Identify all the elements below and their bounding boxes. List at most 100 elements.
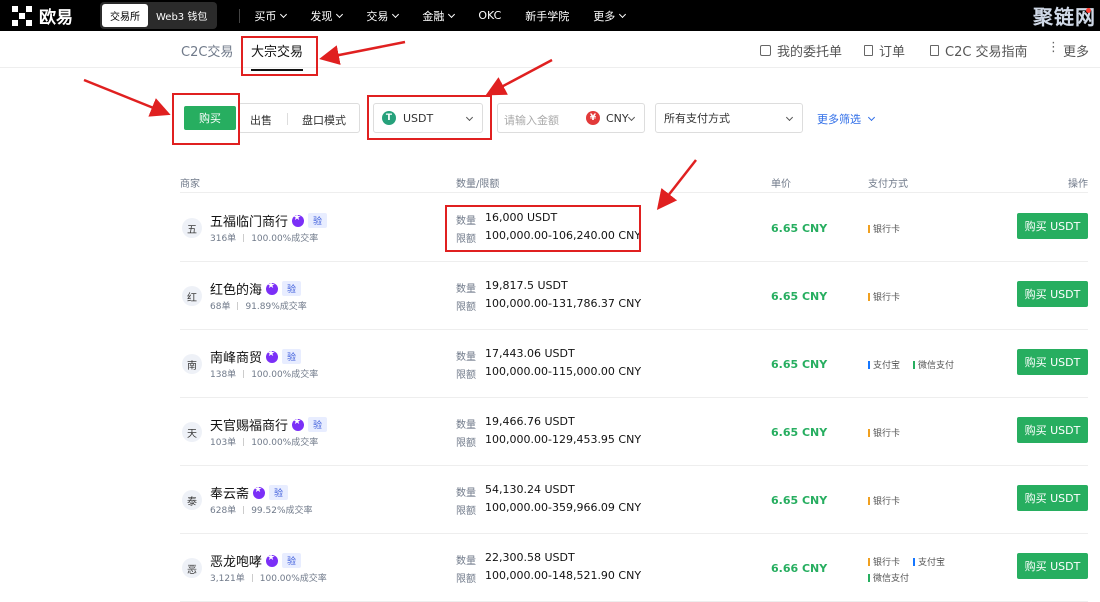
cny-icon: ¥ bbox=[586, 111, 600, 125]
payment-color-mark bbox=[913, 557, 915, 566]
more-vertical-icon bbox=[1047, 40, 1060, 56]
link-more[interactable]: 更多 bbox=[1047, 40, 1089, 60]
nav-buy-crypto[interactable]: 买币 bbox=[254, 8, 288, 24]
nav-finance[interactable]: 金融 bbox=[422, 8, 456, 24]
sell-tab[interactable]: 出售 bbox=[250, 112, 272, 128]
verify-tag: 验 bbox=[282, 553, 302, 568]
divider bbox=[287, 113, 288, 125]
payment-method-tag: 银行卡 bbox=[868, 555, 900, 568]
nav-discover[interactable]: 发现 bbox=[310, 8, 344, 24]
nav-more[interactable]: 更多 bbox=[593, 8, 627, 24]
divider bbox=[237, 301, 239, 310]
avatar[interactable]: 天 bbox=[182, 422, 202, 442]
segment-web3-wallet[interactable]: Web3 钱包 bbox=[148, 4, 215, 27]
document-icon bbox=[864, 45, 873, 56]
payment-color-mark bbox=[913, 360, 915, 369]
avatar[interactable]: 红 bbox=[182, 286, 202, 306]
buy-usdt-button[interactable]: 购买 USDT bbox=[1017, 485, 1088, 511]
order-book-mode-tab[interactable]: 盘口模式 bbox=[302, 112, 346, 128]
col-action: 操作 bbox=[1068, 179, 1088, 190]
unit-price: 6.65 CNY bbox=[771, 222, 828, 235]
buy-usdt-button[interactable]: 购买 USDT bbox=[1017, 281, 1088, 307]
merchant-name[interactable]: 奉云斋 验 bbox=[210, 483, 289, 502]
limit-value: 100,000.00-115,000.00 CNY bbox=[485, 365, 642, 378]
payment-method-tag: 银行卡 bbox=[868, 426, 900, 439]
merchant-name[interactable]: 南峰商贸 验 bbox=[210, 347, 302, 366]
table-row: 恶 恶龙咆哮 验 3,121单 100.00%成交率 数量 22,300.58 … bbox=[180, 534, 1088, 602]
notification-dot-icon bbox=[1086, 8, 1091, 13]
list-icon bbox=[760, 45, 771, 56]
buy-usdt-button[interactable]: 购买 USDT bbox=[1017, 553, 1088, 579]
merchant-name[interactable]: 五福临门商行 验 bbox=[210, 211, 328, 230]
limit-value: 100,000.00-129,453.95 CNY bbox=[485, 433, 642, 446]
col-merchant: 商家 bbox=[180, 179, 200, 190]
chevron-down-icon bbox=[280, 10, 288, 18]
unit-price: 6.66 CNY bbox=[771, 562, 828, 575]
payment-color-mark bbox=[868, 428, 870, 437]
qty-value: 19,466.76 USDT bbox=[485, 415, 575, 428]
payment-method-tag: 银行卡 bbox=[868, 290, 900, 303]
avatar[interactable]: 南 bbox=[182, 354, 202, 374]
payment-color-mark bbox=[868, 557, 870, 566]
chevron-down-icon bbox=[867, 113, 876, 122]
more-filters-link[interactable]: 更多筛选 bbox=[817, 111, 876, 127]
buy-usdt-button[interactable]: 购买 USDT bbox=[1017, 349, 1088, 375]
col-qty-limit: 数量/限额 bbox=[456, 179, 500, 190]
buy-usdt-button[interactable]: 购买 USDT bbox=[1017, 417, 1088, 443]
exchange-wallet-switch: 交易所 Web3 钱包 bbox=[100, 2, 218, 29]
verified-badge-icon bbox=[292, 213, 305, 227]
limit-label: 限额 bbox=[456, 438, 476, 449]
nav-okc[interactable]: OKC bbox=[478, 9, 501, 22]
annotation-box bbox=[367, 95, 492, 140]
divider bbox=[243, 437, 245, 446]
payment-method-tag: 银行卡 bbox=[868, 494, 900, 507]
top-navbar: 欧易 交易所 Web3 钱包 买币 发现 交易 金融 OKC 新手学院 更多 聚… bbox=[0, 0, 1100, 31]
qty-value: 22,300.58 USDT bbox=[485, 551, 575, 564]
merchant-stats: 138单 100.00%成交率 bbox=[210, 369, 319, 380]
tab-c2c[interactable]: C2C交易 bbox=[181, 41, 233, 60]
nav-academy[interactable]: 新手学院 bbox=[525, 8, 569, 24]
unit-price: 6.65 CNY bbox=[771, 358, 828, 371]
amount-placeholder: 请输入金额 bbox=[504, 114, 559, 127]
link-my-orders[interactable]: 我的委托单 bbox=[760, 41, 842, 60]
fiat-select[interactable]: ¥ CNY bbox=[578, 104, 644, 132]
qty-label: 数量 bbox=[456, 556, 476, 567]
verify-tag: 验 bbox=[282, 281, 302, 296]
chevron-down-icon bbox=[619, 10, 627, 18]
limit-value: 100,000.00-131,786.37 CNY bbox=[485, 297, 642, 310]
nav-trade[interactable]: 交易 bbox=[366, 8, 400, 24]
segment-exchange[interactable]: 交易所 bbox=[102, 4, 148, 27]
table-row: 天 天官赐福商行 验 103单 100.00%成交率 数量 19,466.76 … bbox=[180, 398, 1088, 466]
brand-logo[interactable]: 欧易 bbox=[12, 3, 92, 28]
merchant-stats: 316单 100.00%成交率 bbox=[210, 233, 319, 244]
qty-value: 17,443.06 USDT bbox=[485, 347, 575, 360]
divider bbox=[243, 369, 245, 378]
merchant-name[interactable]: 恶龙咆哮 验 bbox=[210, 551, 302, 570]
qty-label: 数量 bbox=[456, 352, 476, 363]
col-price: 单价 bbox=[771, 179, 791, 190]
limit-label: 限额 bbox=[456, 574, 476, 585]
merchant-stats: 103单 100.00%成交率 bbox=[210, 437, 319, 448]
verify-tag: 验 bbox=[282, 349, 302, 364]
verify-tag: 验 bbox=[269, 485, 289, 500]
limit-value: 100,000.00-148,521.90 CNY bbox=[485, 569, 642, 582]
payment-method-tag: 支付宝 bbox=[913, 555, 945, 568]
payment-method-tag: 微信支付 bbox=[868, 571, 909, 584]
merchant-stats: 68单 91.89%成交率 bbox=[210, 301, 307, 312]
buy-usdt-button[interactable]: 购买 USDT bbox=[1017, 213, 1088, 239]
avatar[interactable]: 五 bbox=[182, 218, 202, 238]
nav-divider bbox=[239, 8, 241, 23]
col-payment: 支付方式 bbox=[868, 179, 908, 190]
payment-method-select[interactable]: 所有支付方式 bbox=[655, 103, 803, 133]
merchant-name[interactable]: 天官赐福商行 验 bbox=[210, 415, 328, 434]
avatar[interactable]: 恶 bbox=[182, 558, 202, 578]
merchant-stats: 3,121单 100.00%成交率 bbox=[210, 573, 327, 584]
link-c2c-guide[interactable]: C2C 交易指南 bbox=[930, 41, 1028, 60]
avatar[interactable]: 泰 bbox=[182, 490, 202, 510]
payment-color-mark bbox=[868, 573, 870, 582]
payment-color-mark bbox=[868, 360, 870, 369]
merchant-name[interactable]: 红色的海 验 bbox=[210, 279, 302, 298]
watermark-logo: 聚链网 bbox=[1033, 5, 1096, 29]
link-orders[interactable]: 订单 bbox=[864, 41, 905, 60]
verified-badge-icon bbox=[292, 417, 305, 431]
